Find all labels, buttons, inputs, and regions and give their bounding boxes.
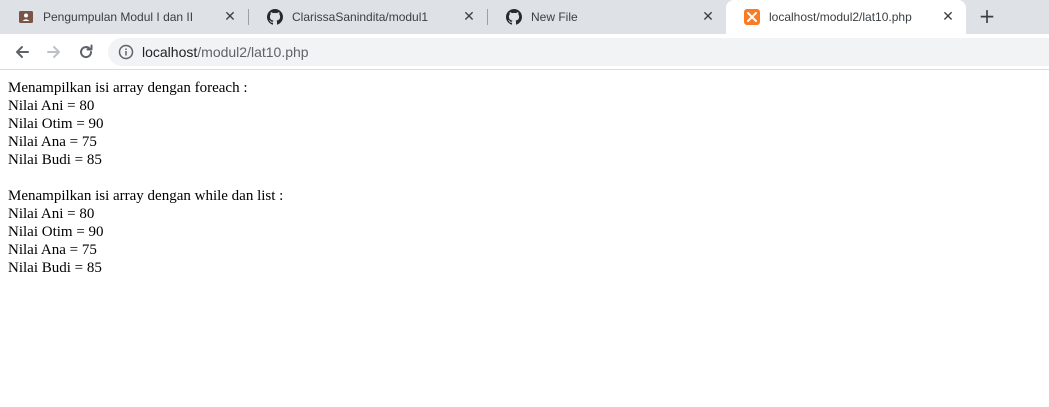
value-line: Nilai Ana = 75: [8, 134, 97, 150]
classroom-icon: [18, 9, 34, 25]
page-content: Menampilkan isi array dengan foreach : N…: [8, 79, 283, 277]
reload-button[interactable]: [76, 42, 96, 62]
close-icon[interactable]: ✕: [222, 9, 238, 25]
section-heading-while-list: Menampilkan isi array dengan while dan l…: [8, 188, 284, 204]
value-line: Nilai Ani = 80: [8, 98, 95, 114]
forward-button[interactable]: [44, 42, 64, 62]
xampp-icon: [744, 9, 760, 25]
section-heading-foreach: Menampilkan isi array dengan foreach :: [8, 80, 248, 96]
close-icon[interactable]: ✕: [461, 9, 477, 25]
close-icon[interactable]: ✕: [700, 9, 716, 25]
value-line: Nilai Ana = 75: [8, 242, 97, 258]
tab-title: Pengumpulan Modul I dan II: [43, 10, 194, 24]
tab-title: ClarissaSanindita/modul1: [292, 10, 429, 24]
url-path: /modul2/lat10.php: [197, 44, 309, 60]
back-arrow-icon: [16, 46, 29, 58]
github-icon: [506, 9, 522, 25]
new-tab-button[interactable]: +: [977, 6, 997, 26]
tab-lat10[interactable]: localhost/modul2/lat10.php ✕: [726, 0, 966, 34]
value-line: Nilai Budi = 85: [8, 260, 102, 276]
forward-arrow-icon: [47, 46, 60, 58]
github-icon: [267, 9, 283, 25]
close-icon[interactable]: ✕: [940, 9, 956, 25]
tab-title: New File: [531, 10, 578, 24]
tab-title: localhost/modul2/lat10.php: [769, 10, 912, 24]
address-bar[interactable]: localhost/modul2/lat10.php: [108, 38, 1049, 66]
line-break: [8, 169, 283, 187]
value-line: Nilai Otim = 90: [8, 116, 104, 132]
browser-toolbar: localhost/modul2/lat10.php: [0, 34, 1049, 70]
tab-new-file[interactable]: New File ✕: [488, 0, 726, 34]
tab-github-modul1[interactable]: ClarissaSanindita/modul1 ✕: [249, 0, 487, 34]
value-line: Nilai Budi = 85: [8, 152, 102, 168]
reload-icon: [80, 44, 93, 59]
value-line: Nilai Ani = 80: [8, 206, 95, 222]
value-line: Nilai Otim = 90: [8, 224, 104, 240]
address-url[interactable]: localhost/modul2/lat10.php: [142, 44, 309, 60]
site-info-icon[interactable]: [118, 44, 134, 60]
back-button[interactable]: [12, 42, 32, 62]
tab-pengumpulan[interactable]: Pengumpulan Modul I dan II ✕: [0, 0, 248, 34]
tab-strip: Pengumpulan Modul I dan II ✕ ClarissaSan…: [0, 0, 1049, 34]
url-host: localhost: [142, 44, 198, 60]
